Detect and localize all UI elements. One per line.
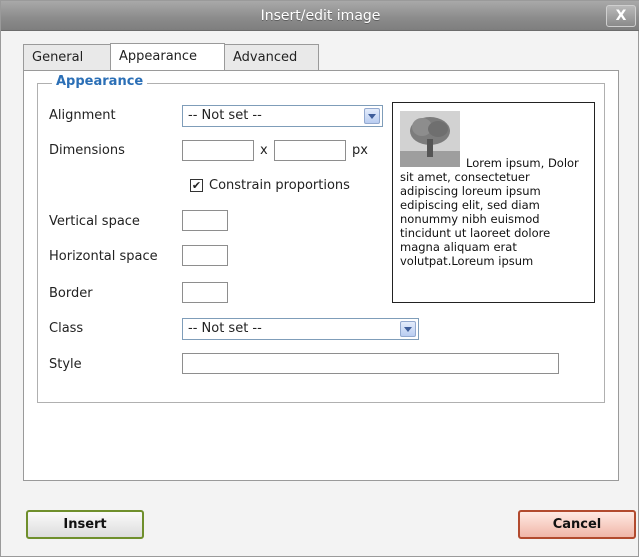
chevron-down-icon[interactable] bbox=[400, 321, 416, 337]
class-select[interactable]: -- Not set -- bbox=[182, 318, 419, 340]
height-input[interactable] bbox=[274, 140, 346, 161]
vertical-space-label: Vertical space bbox=[49, 214, 140, 229]
border-input[interactable] bbox=[182, 282, 228, 303]
vertical-space-input[interactable] bbox=[182, 210, 228, 231]
dialog-title: Insert/edit image bbox=[260, 8, 381, 24]
title-bar[interactable]: Insert/edit image X bbox=[1, 1, 639, 31]
border-label: Border bbox=[49, 286, 93, 301]
checkmark-icon: ✔ bbox=[191, 179, 202, 192]
tab-general[interactable]: General bbox=[23, 44, 111, 70]
dimensions-label: Dimensions bbox=[49, 143, 125, 158]
close-icon: X bbox=[615, 8, 627, 24]
width-input[interactable] bbox=[182, 140, 254, 161]
class-select-value: -- Not set -- bbox=[188, 321, 262, 336]
alignment-label: Alignment bbox=[49, 108, 116, 123]
alignment-select[interactable]: -- Not set -- bbox=[182, 105, 383, 127]
constrain-proportions-label: Constrain proportions bbox=[209, 178, 350, 193]
tab-advanced[interactable]: Advanced bbox=[224, 44, 319, 70]
close-button[interactable]: X bbox=[606, 5, 636, 27]
horizontal-space-label: Horizontal space bbox=[49, 249, 158, 264]
cancel-button[interactable]: Cancel bbox=[518, 510, 636, 539]
class-label: Class bbox=[49, 321, 84, 336]
horizontal-space-input[interactable] bbox=[182, 245, 228, 266]
style-label: Style bbox=[49, 357, 82, 372]
insert-edit-image-dialog: Insert/edit image X General Appearance A… bbox=[0, 0, 639, 557]
insert-button[interactable]: Insert bbox=[26, 510, 144, 539]
appearance-legend: Appearance bbox=[52, 74, 148, 89]
tree-image-icon bbox=[400, 111, 460, 167]
tab-appearance[interactable]: Appearance bbox=[110, 43, 225, 70]
image-preview: Lorem ipsum, Dolor sit amet, consectetue… bbox=[392, 102, 595, 303]
constrain-proportions-checkbox[interactable]: ✔ bbox=[190, 179, 203, 192]
alignment-select-value: -- Not set -- bbox=[188, 108, 262, 123]
style-input[interactable] bbox=[182, 353, 559, 374]
chevron-down-icon[interactable] bbox=[364, 108, 380, 124]
dimensions-separator: x bbox=[260, 143, 268, 158]
dimensions-unit: px bbox=[352, 143, 368, 158]
